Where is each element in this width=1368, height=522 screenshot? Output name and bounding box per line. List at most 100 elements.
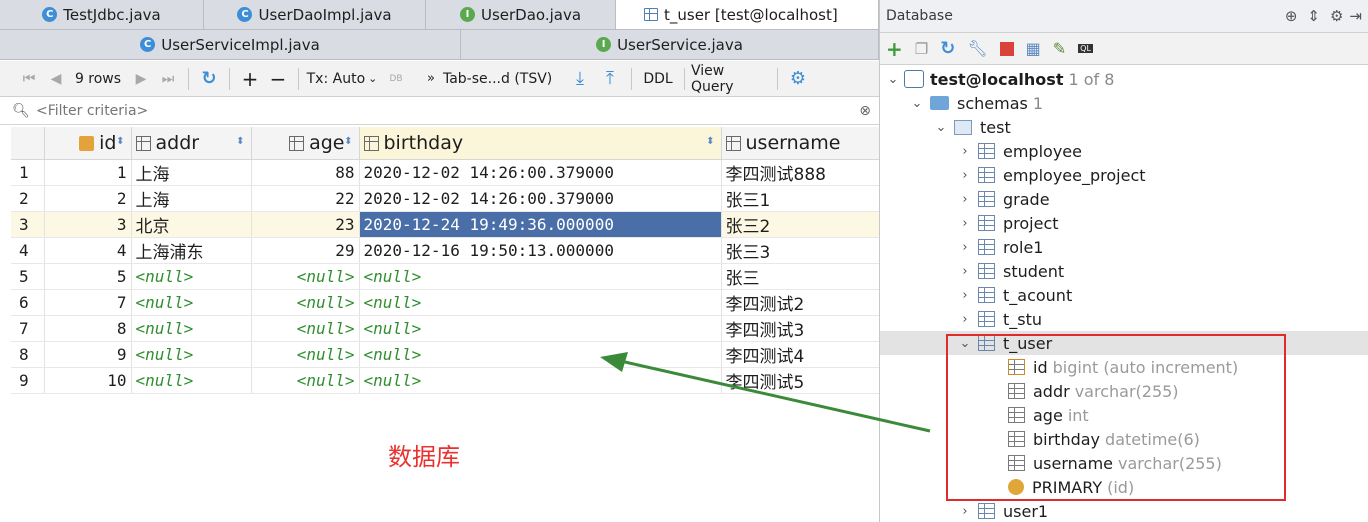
cell-username[interactable]: 李四测试3 [721, 315, 880, 342]
db-commit-icon[interactable]: DB [379, 65, 413, 93]
cell-age[interactable]: <null> [251, 315, 360, 342]
cell-age[interactable]: 23 [251, 211, 360, 238]
table-row[interactable]: 3 3 北京 23 2020-12-24 19:49:36.000000 张三2 [11, 211, 880, 238]
sort-icon[interactable]: ⬍ [344, 136, 352, 147]
properties-wrench-icon[interactable]: 🔧︎ [967, 39, 987, 58]
cell-id[interactable]: 2 [44, 185, 132, 212]
export-format-dropdown[interactable]: » Tab-se...d (TSV) [427, 65, 565, 93]
chevron-right-icon[interactable]: › [958, 192, 972, 207]
cell-birthday[interactable]: 2020-12-16 19:50:13.000000 [359, 237, 722, 264]
cell-birthday[interactable]: <null> [359, 263, 722, 290]
refresh-icon[interactable]: ↻ [940, 38, 955, 59]
stop-icon[interactable] [999, 41, 1014, 56]
collapse-all-icon[interactable]: ⇕ [1307, 7, 1320, 25]
chevron-down-icon[interactable]: ⌄ [910, 96, 924, 111]
tab-userdao[interactable]: I UserDao.java [426, 0, 616, 29]
cell-username[interactable]: 李四测试2 [721, 289, 880, 316]
cell-id[interactable]: 3 [44, 211, 132, 238]
cell-addr[interactable]: 上海 [131, 185, 252, 212]
table-row[interactable]: 1 1 上海 88 2020-12-02 14:26:00.379000 李四测试888 [11, 159, 880, 186]
chevron-right-icon[interactable]: › [958, 288, 972, 303]
chevron-down-icon[interactable]: ⌄ [958, 336, 972, 351]
cell-age[interactable]: 88 [251, 159, 360, 186]
tree-node-column[interactable]: addr varchar(255) [1008, 379, 1179, 403]
column-header-username[interactable]: username [721, 127, 880, 160]
cell-id[interactable]: 1 [44, 159, 132, 186]
column-header-age[interactable]: age ⬍ [251, 127, 360, 160]
cell-birthday[interactable]: 2020-12-02 14:26:00.379000 [359, 159, 722, 186]
cell-id[interactable]: 10 [44, 367, 132, 394]
cell-addr[interactable]: 上海 [131, 159, 252, 186]
cell-birthday[interactable]: 2020-12-02 14:26:00.379000 [359, 185, 722, 212]
panel-settings-icon[interactable]: ⚙ [1330, 7, 1343, 25]
cell-id[interactable]: 4 [44, 237, 132, 264]
cell-username[interactable]: 张三1 [721, 185, 880, 212]
row-number-cell[interactable]: 7 [11, 315, 45, 342]
tree-node-schema-test[interactable]: ⌄ test [934, 115, 1011, 139]
tree-node-table[interactable]: › role1 [958, 235, 1043, 259]
tree-node-column[interactable]: username varchar(255) [1008, 451, 1222, 475]
row-count[interactable]: 9 rows [68, 65, 128, 93]
table-row[interactable]: 2 2 上海 22 2020-12-02 14:26:00.379000 张三1 [11, 185, 880, 212]
download-icon[interactable]: ⤓ [565, 65, 595, 93]
row-number-cell[interactable]: 1 [11, 159, 45, 186]
cell-addr[interactable]: <null> [131, 367, 252, 394]
tab-testjdbc[interactable]: C TestJdbc.java [0, 0, 204, 29]
cell-addr[interactable]: <null> [131, 341, 252, 368]
row-number-cell[interactable]: 4 [11, 237, 45, 264]
tree-node-column[interactable]: age int [1008, 403, 1089, 427]
next-page-icon[interactable]: ▶ [128, 65, 154, 93]
tree-node-table[interactable]: › t_stu [958, 307, 1042, 331]
tree-node-table[interactable]: › t_acount [958, 283, 1072, 307]
tab-userdaoimpl[interactable]: C UserDaoImpl.java [204, 0, 426, 29]
tree-node-primary-key[interactable]: PRIMARY (id) [1008, 475, 1134, 499]
tree-node-table[interactable]: › student [958, 259, 1064, 283]
tree-node-table[interactable]: › employee [958, 139, 1082, 163]
cell-addr[interactable]: <null> [131, 315, 252, 342]
cell-birthday[interactable]: <null> [359, 289, 722, 316]
column-header-birthday[interactable]: birthday ⬍ [359, 127, 722, 160]
cell-birthday[interactable]: <null> [359, 367, 722, 394]
row-number-cell[interactable]: 9 [11, 367, 45, 394]
tree-node-schemas[interactable]: ⌄ schemas 1 [910, 91, 1043, 115]
edit-source-icon[interactable]: ✎ [1053, 39, 1066, 58]
row-number-cell[interactable]: 2 [11, 185, 45, 212]
cell-birthday[interactable]: <null> [359, 315, 722, 342]
cell-username[interactable]: 李四测试4 [721, 341, 880, 368]
cell-age[interactable]: <null> [251, 263, 360, 290]
tree-node-table[interactable]: › employee_project [958, 163, 1145, 187]
row-number-cell[interactable]: 8 [11, 341, 45, 368]
cell-id[interactable]: 9 [44, 341, 132, 368]
chevron-down-icon[interactable]: ⌄ [886, 72, 900, 87]
previous-page-icon[interactable]: ◀ [44, 65, 68, 93]
add-row-icon[interactable]: + [236, 65, 264, 93]
chevron-down-icon[interactable]: ⌄ [934, 120, 948, 135]
filter-input[interactable] [36, 103, 836, 119]
cell-addr[interactable]: 上海浦东 [131, 237, 252, 264]
last-page-icon[interactable]: ⏭ [154, 65, 182, 93]
table-editor-icon[interactable]: ▦ [1026, 39, 1041, 58]
cell-age[interactable]: <null> [251, 341, 360, 368]
first-page-icon[interactable]: ⏮ [14, 65, 44, 93]
chevron-right-icon[interactable]: › [958, 216, 972, 231]
cell-birthday[interactable]: <null> [359, 341, 722, 368]
chevron-right-icon[interactable]: › [958, 264, 972, 279]
upload-icon[interactable]: ⤒ [595, 65, 625, 93]
hide-panel-icon[interactable]: ⇥ [1349, 7, 1362, 25]
column-header-id[interactable]: id ⬍ [44, 127, 132, 160]
cell-username[interactable]: 李四测试888 [721, 159, 880, 186]
row-number-cell[interactable]: 5 [11, 263, 45, 290]
cell-addr[interactable]: 北京 [131, 211, 252, 238]
tree-node-table[interactable]: › user1 [958, 499, 1048, 522]
cell-age[interactable]: 22 [251, 185, 360, 212]
view-query-button[interactable]: View Query [691, 63, 771, 95]
cell-id[interactable]: 7 [44, 289, 132, 316]
cell-addr[interactable]: <null> [131, 263, 252, 290]
sort-icon[interactable]: ⬍ [706, 136, 714, 147]
cell-id[interactable]: 8 [44, 315, 132, 342]
refresh-icon[interactable]: ↻ [195, 65, 223, 93]
table-row[interactable]: 5 5 <null> <null> <null> 张三 [11, 263, 880, 290]
delete-row-icon[interactable]: − [264, 65, 292, 93]
tree-node-column[interactable]: id bigint (auto increment) [1008, 355, 1238, 379]
tab-userserviceimpl[interactable]: C UserServiceImpl.java [0, 30, 461, 59]
